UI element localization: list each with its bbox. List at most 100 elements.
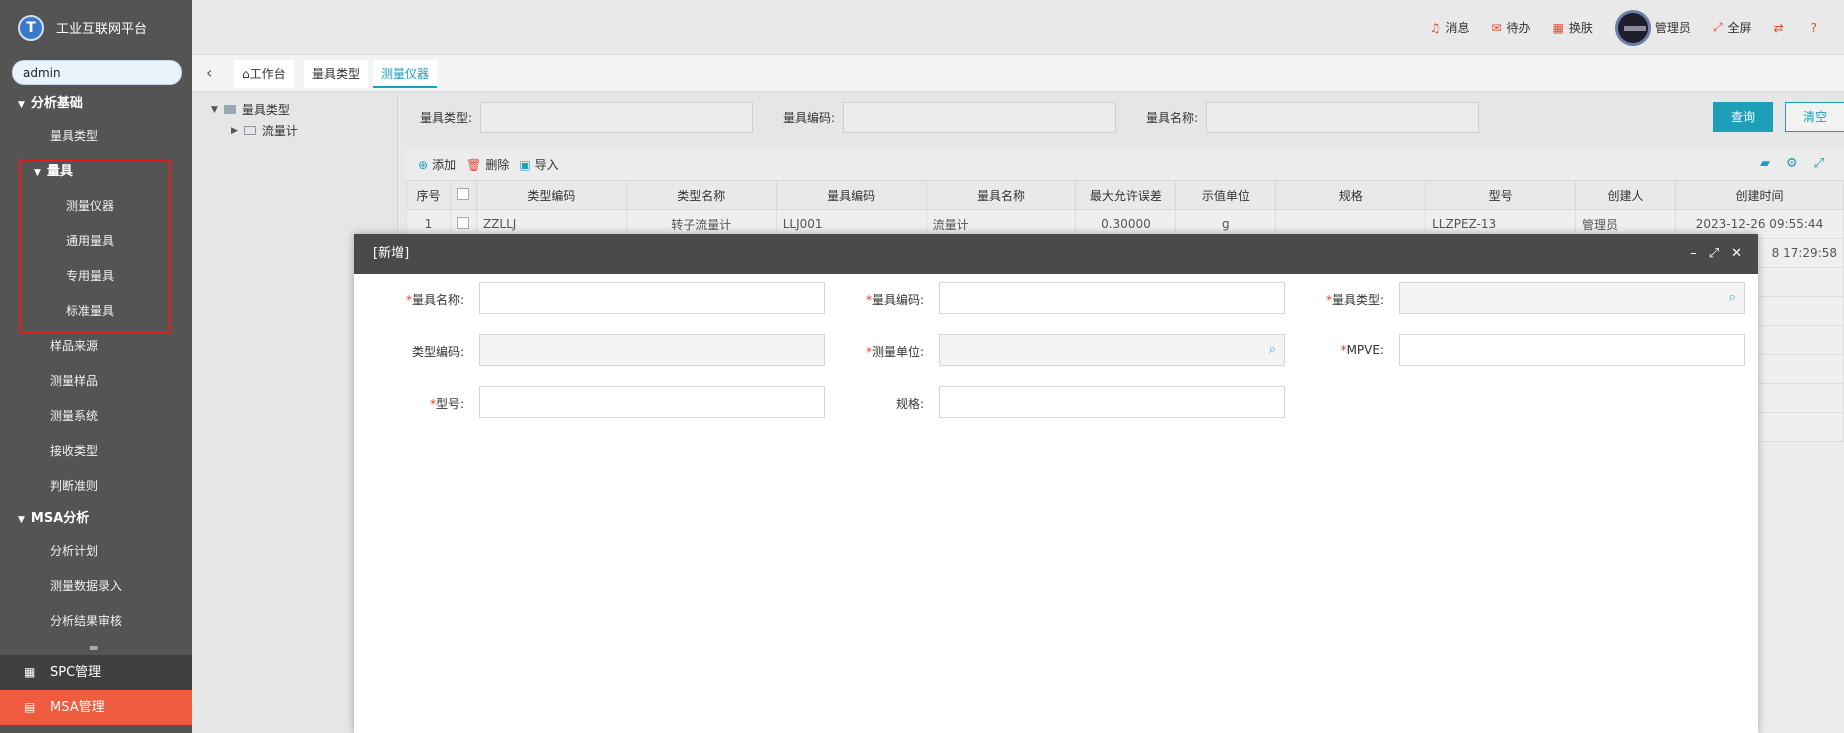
close-icon[interactable]: ✕ — [1731, 234, 1742, 274]
user-name: 管理员 — [1654, 21, 1691, 35]
avatar — [1614, 9, 1651, 46]
type-code-label: 类型编码: — [411, 345, 464, 359]
col-type-name: 类型名称 — [625, 180, 777, 210]
help-button[interactable]: ? — [1811, 21, 1822, 35]
grid-icon: ▦ — [24, 665, 36, 679]
gauge-name-input[interactable] — [479, 282, 825, 314]
menu-item-sample-source[interactable]: 样品来源 — [0, 329, 192, 364]
add-button[interactable]: ⊕ 添加 — [418, 156, 456, 173]
user-menu[interactable]: 管理员 — [1614, 9, 1691, 46]
col-created-at: 创建时间 — [1674, 180, 1844, 210]
row-checkbox[interactable] — [457, 216, 470, 229]
messages-button[interactable]: ♫ 消息 — [1430, 19, 1470, 36]
grid-toolbar: ⊕ 添加 🗑 删除 ▣ 导入 — [418, 156, 569, 173]
menu-item-acceptance-type[interactable]: 接收类型 — [0, 434, 192, 469]
tab-workbench[interactable]: ⌂工作台 — [234, 60, 294, 88]
spec-input[interactable] — [939, 386, 1285, 418]
search-name-label: 量具名称: — [1146, 111, 1199, 125]
app-title: 工业互联网平台 — [56, 22, 148, 37]
menu-item-gauge-type[interactable]: 量具类型 — [0, 119, 192, 154]
nav-spc-management[interactable]: ▦ SPC管理 — [0, 655, 192, 690]
menu-drag-handle[interactable]: ═ — [90, 641, 97, 655]
import-label: 导入 — [534, 158, 559, 172]
fullscreen-icon[interactable]: ⤢ — [1814, 156, 1824, 171]
home-icon: ⌂ — [242, 67, 250, 81]
type-code-input — [479, 334, 825, 366]
menu-group-msa-analysis[interactable]: ▼ MSA分析 — [0, 504, 192, 534]
measure-unit-label: *测量单位: — [814, 343, 924, 360]
search-panel: 量具类型: 量具编码: 量具名称: 查询 清空 — [402, 93, 1844, 141]
tree-child-label: 流量计 — [261, 124, 298, 138]
menu-group-analysis-basics[interactable]: ▼ 分析基础 — [0, 89, 192, 119]
search-code-label: 量具编码: — [783, 111, 836, 125]
col-gauge-code: 量具编码 — [775, 180, 927, 210]
col-model: 型号 — [1425, 180, 1577, 210]
import-icon: ▣ — [519, 157, 531, 172]
skin-button[interactable]: ▦ 换肤 — [1553, 19, 1593, 36]
switch-button[interactable]: ⇄ — [1774, 21, 1789, 35]
gauge-type-label: *量具类型: — [1274, 291, 1384, 308]
import-button[interactable]: ▣ 导入 — [519, 156, 558, 173]
spec-label: 规格: — [895, 397, 924, 411]
user-field[interactable]: admin — [12, 60, 182, 85]
model-label-text: 型号: — [435, 397, 464, 411]
gauge-type-input[interactable]: ⌕ — [1399, 282, 1745, 314]
search-type-input[interactable] — [480, 102, 753, 133]
tab-measuring-instrument[interactable]: 测量仪器 — [373, 60, 438, 88]
model-label: *型号: — [354, 395, 464, 412]
dialog-title: [新增] — [373, 246, 410, 261]
measure-unit-label-text: 测量单位: — [871, 345, 924, 359]
fullscreen-button[interactable]: ⤢ 全屏 — [1713, 19, 1752, 36]
tree-node-root[interactable]: ▼ 量具类型 — [211, 101, 290, 118]
search-code-input[interactable] — [843, 102, 1116, 133]
query-button[interactable]: 查询 — [1713, 102, 1773, 132]
clear-button[interactable]: 清空 — [1785, 102, 1844, 132]
col-unit: 示值单位 — [1175, 180, 1277, 210]
gauge-name-label: *量具名称: — [354, 291, 464, 308]
grid-tools: ▰ ⚙ ⤢ — [1744, 156, 1824, 171]
todo-button[interactable]: ✉ 待办 — [1491, 19, 1530, 36]
tab-gauge-type[interactable]: 量具类型 — [304, 60, 369, 88]
sidebar: T 工业互联网平台 admin ▼ 分析基础 量具类型 ▼ 量具 测量仪器 通用量具… — [0, 0, 192, 733]
envelope-icon: ✉ — [1491, 20, 1502, 35]
nav-spc-label: SPC管理 — [50, 665, 102, 680]
menu-item-measurement-system[interactable]: 测量系统 — [0, 399, 192, 434]
gauge-code-label-text: 量具编码: — [871, 293, 924, 307]
caret-right-icon: ▶ — [231, 125, 238, 136]
gauge-code-label: *量具编码: — [814, 291, 924, 308]
menu-item-judgment-criteria[interactable]: 判断准则 — [0, 469, 192, 504]
delete-button[interactable]: 🗑 删除 — [466, 156, 509, 173]
menu-item-analysis-plan[interactable]: 分析计划 — [0, 534, 192, 569]
col-type-code: 类型编码 — [475, 180, 627, 210]
table-header-row: 序号 类型编码 类型名称 量具编码 量具名称 最大允许误差 示值单位 规格 型号… — [406, 180, 1844, 210]
document-icon: ▤ — [24, 700, 36, 714]
search-icon[interactable]: ⌕ — [1729, 290, 1736, 305]
mpve-input[interactable] — [1399, 334, 1745, 366]
measure-unit-input[interactable]: ⌕ — [939, 334, 1285, 366]
top-header: ♫ 消息 ✉ 待办 ▦ 换肤 管理员 ⤢ 全屏 ⇄ ? — [192, 0, 1844, 55]
delete-label: 删除 — [485, 158, 510, 172]
select-all-checkbox[interactable] — [457, 187, 470, 200]
nav-msa-label: MSA管理 — [50, 700, 105, 715]
highlight-box — [19, 159, 171, 333]
maximize-icon[interactable]: ⤢ — [1709, 234, 1719, 274]
mpve-label: *MPVE: — [1274, 343, 1384, 357]
nav-msa-management[interactable]: ▤ MSA管理 — [0, 690, 192, 725]
col-select[interactable] — [449, 180, 477, 210]
menu-item-data-entry[interactable]: 测量数据录入 — [0, 569, 192, 604]
chevron-left-icon[interactable]: ‹ — [206, 63, 212, 82]
model-input[interactable] — [479, 386, 825, 418]
folder-export-icon[interactable]: ▰ — [1760, 156, 1770, 171]
mpve-label-text: MPVE: — [1346, 343, 1384, 357]
palette-icon: ▦ — [1552, 20, 1564, 35]
menu-item-result-review[interactable]: 分析结果审核 — [0, 604, 192, 639]
minimize-icon[interactable]: – — [1690, 234, 1697, 274]
dialog-controls: – ⤢ ✕ — [1678, 234, 1742, 274]
col-max-error: 最大允许误差 — [1075, 180, 1177, 210]
bell-icon: ♫ — [1429, 20, 1441, 35]
gauge-code-input[interactable] — [939, 282, 1285, 314]
menu-item-measurement-sample[interactable]: 测量样品 — [0, 364, 192, 399]
gear-icon[interactable]: ⚙ — [1786, 156, 1798, 171]
tree-node-flowmeter[interactable]: ▶ 流量计 — [231, 122, 298, 139]
search-name-input[interactable] — [1206, 102, 1479, 133]
